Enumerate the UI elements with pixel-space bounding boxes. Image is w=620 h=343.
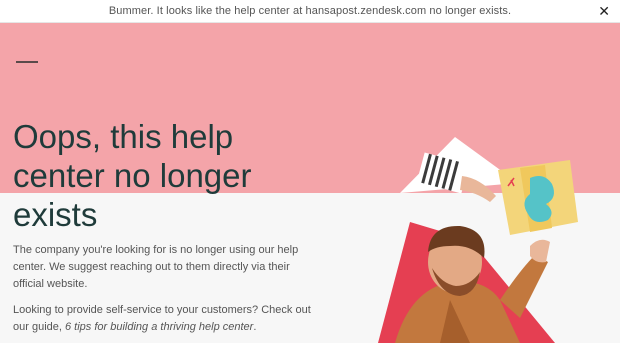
no-longer-using-message: The company you're looking for is no lon… <box>13 244 299 290</box>
page-title-line-1: Oops, this help <box>13 118 234 155</box>
tips-guide-link[interactable]: 6 tips for building a thriving help cent… <box>65 321 253 333</box>
folded-map <box>498 160 578 235</box>
page-title-line-3: exists <box>13 196 98 233</box>
self-service-message: Looking to provide self-service to your … <box>13 302 323 336</box>
self-service-suffix: . <box>253 321 257 333</box>
page-title-line-2: center no longer <box>13 157 252 194</box>
page-title: Oops, this help center no longer exists <box>13 117 343 234</box>
